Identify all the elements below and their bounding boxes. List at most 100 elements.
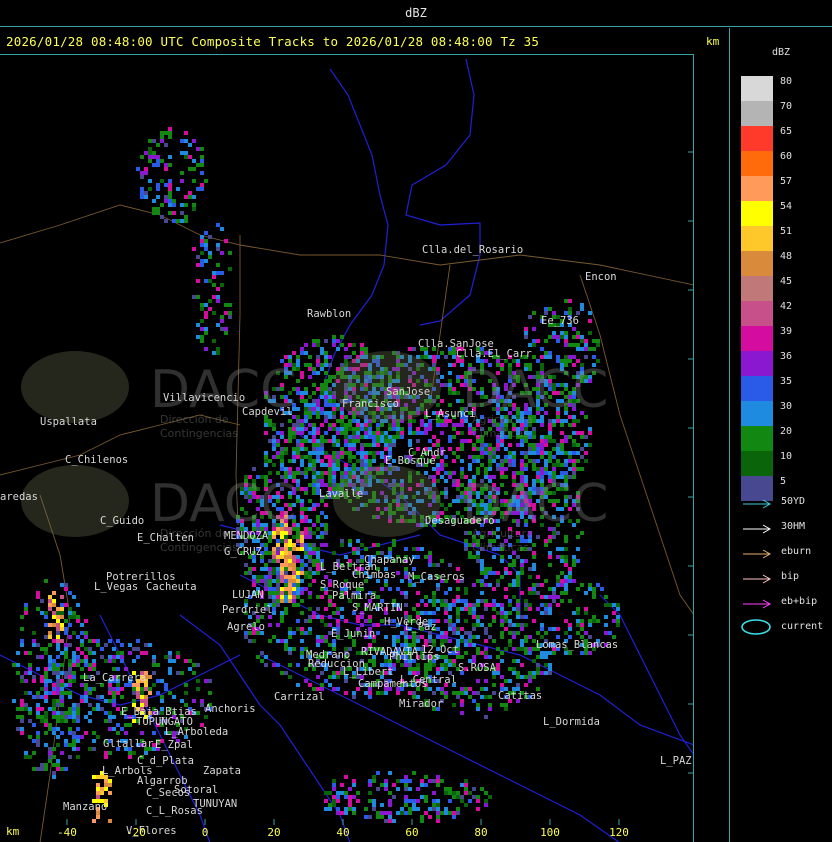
legend-swatch-label: 51 — [780, 226, 793, 237]
track-arrow-icon — [743, 574, 772, 584]
place-label: MENDOZA — [224, 530, 269, 542]
place-label: Catitas — [498, 690, 542, 702]
place-label: Rawblon — [307, 308, 351, 320]
legend-swatch — [741, 126, 773, 151]
legend-swatch — [741, 351, 773, 376]
place-label: Clla.El_Carr — [456, 348, 532, 360]
map-panel: 2026/01/28 08:48:00 UTC Composite Tracks… — [0, 28, 730, 842]
km-unit-top: km — [706, 35, 720, 48]
legend-track-label: 30HM — [781, 521, 806, 532]
legend-swatch — [741, 276, 773, 301]
place-label: Carrizal — [274, 691, 325, 703]
place-label: E_Junin — [331, 628, 375, 640]
place-label: aredas — [0, 491, 38, 503]
place-label: L_Vegas — [94, 581, 138, 593]
legend-swatch-label: 35 — [780, 376, 793, 387]
legend-swatch-label: 54 — [780, 201, 793, 212]
x-tick-label: 0 — [202, 826, 209, 839]
place-label: Francisco — [342, 398, 399, 410]
legend-track-row: 30HM — [741, 521, 832, 535]
x-tick-label: 40 — [336, 826, 349, 839]
watermark-subtext: Agricultura — [472, 413, 533, 426]
legend-swatch — [741, 376, 773, 401]
place-label: Uspallata — [40, 416, 97, 428]
legend-track-row: bip — [741, 571, 832, 585]
x-tick-label: 60 — [405, 826, 418, 839]
legend-track-label: eburn — [781, 546, 812, 557]
place-label: Clla.del_Rosario — [422, 244, 523, 256]
track-arrow-icon — [743, 599, 772, 609]
place-label: M_Caseros — [408, 571, 465, 583]
place-label: L_Paz — [405, 621, 437, 633]
current-ellipse-icon — [741, 619, 771, 635]
place-label: Encon — [585, 271, 617, 283]
legend-track-row: eburn — [741, 546, 832, 560]
legend-swatch-label: 39 — [780, 326, 793, 337]
legend-swatch-label: 57 — [780, 176, 793, 187]
x-tick-label: 100 — [540, 826, 560, 839]
place-label: Cacheuta — [146, 581, 197, 593]
place-label: Villavicencio — [163, 392, 245, 404]
place-label: Manzano — [63, 801, 107, 813]
legend-swatch-label: 48 — [780, 251, 793, 262]
legend-swatch — [741, 76, 773, 101]
place-label: L_Asunci — [425, 408, 476, 420]
x-tick-label: -20 — [126, 826, 146, 839]
place-label: Campamentos — [358, 678, 428, 690]
place-label: C_Guido — [100, 515, 144, 527]
place-label: L_Arboleda — [165, 726, 228, 738]
place-label: Lomas_Blancas — [536, 639, 618, 651]
legend-swatch — [741, 176, 773, 201]
place-label: S.ROSA — [458, 662, 497, 674]
legend-swatch — [741, 326, 773, 351]
watermark-subtext: Dirección de — [160, 413, 229, 426]
legend-swatch — [741, 451, 773, 476]
place-label: E_Chalten — [137, 532, 194, 544]
place-label: Agrelo — [227, 621, 265, 633]
place-label: L_Libert — [343, 666, 394, 678]
x-tick-label: -40 — [57, 826, 77, 839]
place-label: Palmira — [332, 590, 376, 602]
top-title-bar: dBZ — [0, 0, 832, 27]
place-label: Chapanay — [364, 554, 415, 566]
place-label: LUJAN — [232, 589, 264, 601]
y-axis-ticks: 180160140120100806040200 — [688, 151, 693, 774]
place-label: Capdevil — [242, 406, 293, 418]
legend-current-label: current — [781, 621, 824, 632]
legend-swatch — [741, 201, 773, 226]
place-label: Mirador — [399, 698, 443, 710]
legend-swatch — [741, 151, 773, 176]
legend-swatch — [741, 101, 773, 126]
place-label: E_Bosque — [385, 455, 436, 467]
watermark-text: DACC — [462, 360, 608, 420]
place-label: Ee_736 — [541, 315, 579, 327]
legend-swatch — [741, 226, 773, 251]
legend-swatch-label: 60 — [780, 151, 793, 162]
legend-track-label: bip — [781, 571, 800, 582]
legend-title: dBZ — [772, 47, 791, 58]
legend-swatch-label: 42 — [780, 301, 793, 312]
place-label: L_Dormida — [543, 716, 600, 728]
x-tick-label: 80 — [474, 826, 487, 839]
legend-swatch — [741, 426, 773, 451]
track-arrow-icon — [743, 524, 772, 534]
track-arrow-icon — [743, 499, 772, 509]
legend-swatch-label: 10 — [780, 451, 793, 462]
watermark-subtext: Contingencias — [160, 427, 238, 440]
legend-swatch-label: 70 — [780, 101, 793, 112]
place-label: E_Zpal — [155, 739, 193, 751]
legend-swatch-label: 5 — [780, 476, 787, 487]
place-label: Phillips — [389, 651, 440, 663]
legend-swatch — [741, 301, 773, 326]
place-label: S_MARTIN — [352, 602, 403, 614]
legend-swatch-label: 20 — [780, 426, 793, 437]
legend-swatch-label: 30 — [780, 401, 793, 412]
legend-track-row: 50YD — [741, 496, 832, 510]
legend-track-row: eb+bip — [741, 596, 832, 610]
place-label: La_Carrera — [83, 672, 146, 684]
place-label: G_CRUZ — [224, 546, 262, 558]
watermark-subtext: Climáticas — [472, 541, 529, 554]
radar-map[interactable]: DACC Dirección de Contingencias DACC Agricul… — [0, 54, 694, 842]
legend-track-label: 50YD — [781, 496, 806, 507]
track-arrow-icon — [743, 549, 772, 559]
